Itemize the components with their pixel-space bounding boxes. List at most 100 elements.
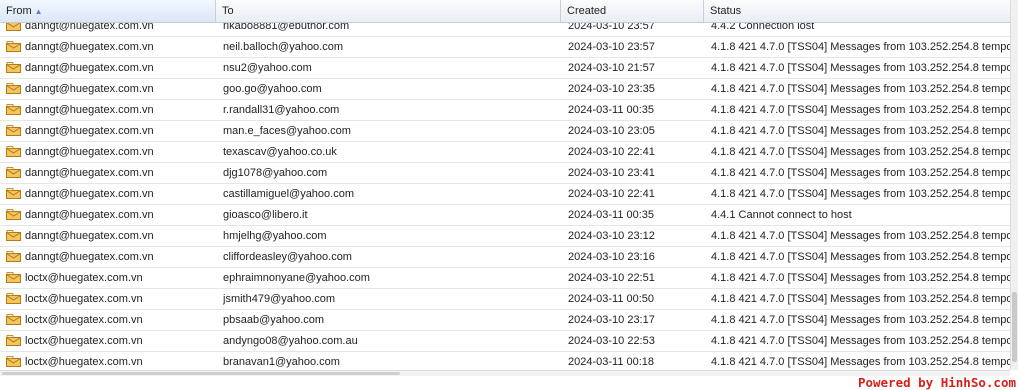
- sort-ascending-icon: ▲: [34, 7, 43, 16]
- cell-created: 2024-03-11 00:50: [568, 293, 655, 305]
- table-row[interactable]: loctx@huegatex.com.vn jsmith479@yahoo.com…: [0, 289, 1010, 310]
- cell-to: man.e_faces@yahoo.com: [223, 125, 351, 137]
- table-row[interactable]: loctx@huegatex.com.vn andyngo08@yahoo.com…: [0, 331, 1010, 352]
- mail-queue-icon: [6, 272, 21, 283]
- cell-from: danngt@huegatex.com.vn: [25, 41, 154, 53]
- cell-from: danngt@huegatex.com.vn: [25, 62, 154, 74]
- cell-from: loctx@huegatex.com.vn: [25, 356, 143, 368]
- table-row[interactable]: danngt@huegatex.com.vn djg1078@yahoo.com 2…: [0, 163, 1010, 184]
- cell-created: 2024-03-10 23:41: [568, 167, 655, 179]
- mail-queue-icon: [6, 293, 21, 304]
- cell-created: 2024-03-10 21:57: [568, 62, 655, 74]
- cell-from: danngt@huegatex.com.vn: [25, 230, 154, 242]
- cell-created: 2024-03-10 22:53: [568, 335, 655, 347]
- cell-status: 4.1.8 421 4.7.0 [TSS04] Messages from 10…: [711, 188, 1010, 200]
- mail-queue-icon: [6, 356, 21, 367]
- cell-created: 2024-03-10 23:05: [568, 125, 655, 137]
- column-from-label: From: [6, 5, 32, 17]
- table-row[interactable]: danngt@huegatex.com.vn man.e_faces@yahoo.…: [0, 121, 1010, 142]
- cell-created: 2024-03-10 23:17: [568, 314, 655, 326]
- table-row[interactable]: danngt@huegatex.com.vn goo.go@yahoo.com 20…: [0, 79, 1010, 100]
- cell-created: 2024-03-10 22:51: [568, 272, 655, 284]
- column-to-label: To: [222, 5, 234, 17]
- table-row[interactable]: danngt@huegatex.com.vn neil.balloch@yahoo…: [0, 37, 1010, 58]
- mail-queue-icon: [6, 83, 21, 94]
- cell-status: 4.1.8 421 4.7.0 [TSS04] Messages from 10…: [711, 62, 1010, 74]
- cell-created: 2024-03-11 00:35: [568, 104, 655, 116]
- cell-status: 4.1.8 421 4.7.0 [TSS04] Messages from 10…: [711, 335, 1010, 347]
- mail-queue-icon: [6, 230, 21, 241]
- cell-to: djg1078@yahoo.com: [223, 167, 328, 179]
- cell-created: 2024-03-10 22:41: [568, 188, 655, 200]
- column-status-label: Status: [710, 5, 742, 17]
- cell-status: 4.1.8 421 4.7.0 [TSS04] Messages from 10…: [711, 272, 1010, 284]
- table-row[interactable]: danngt@huegatex.com.vn hmjelhg@yahoo.com 2…: [0, 226, 1010, 247]
- cell-status: 4.1.8 421 4.7.0 [TSS04] Messages from 10…: [711, 293, 1010, 305]
- cell-to: andyngo08@yahoo.com.au: [223, 335, 358, 347]
- cell-from: loctx@huegatex.com.vn: [25, 272, 143, 284]
- column-to-header[interactable]: To: [216, 0, 561, 22]
- cell-to: hmjelhg@yahoo.com: [223, 230, 327, 242]
- cell-from: danngt@huegatex.com.vn: [25, 251, 154, 263]
- cell-from: danngt@huegatex.com.vn: [25, 209, 154, 221]
- cell-created: 2024-03-10 23:16: [568, 251, 655, 263]
- mail-queue-icon: [6, 41, 21, 52]
- cell-created: 2024-03-10 22:41: [568, 146, 655, 158]
- table-row[interactable]: danngt@huegatex.com.vn gioasco@libero.it 2…: [0, 205, 1010, 226]
- vertical-scroll-thumb[interactable]: [1012, 292, 1017, 362]
- table-row[interactable]: loctx@huegatex.com.vn pbsaab@yahoo.com 202…: [0, 310, 1010, 331]
- cell-to: pbsaab@yahoo.com: [223, 314, 325, 326]
- cell-from: loctx@huegatex.com.vn: [25, 335, 143, 347]
- column-status-header[interactable]: Status: [704, 0, 1010, 22]
- column-from-header[interactable]: From ▲: [0, 0, 216, 22]
- cell-created: 2024-03-10 23:57: [568, 41, 655, 53]
- cell-status: 4.1.8 421 4.7.0 [TSS04] Messages from 10…: [711, 230, 1010, 242]
- mail-queue-icon: [6, 104, 21, 115]
- cell-to: goo.go@yahoo.com: [223, 83, 322, 95]
- table-row[interactable]: danngt@huegatex.com.vn nsu2@yahoo.com 2024…: [0, 58, 1010, 79]
- cell-to: jsmith479@yahoo.com: [223, 293, 336, 305]
- cell-status: 4.1.8 421 4.7.0 [TSS04] Messages from 10…: [711, 83, 1010, 95]
- mail-queue-icon: [6, 209, 21, 220]
- cell-to: castillamiguel@yahoo.com: [223, 188, 355, 200]
- table-row[interactable]: danngt@huegatex.com.vn r.randall31@yahoo.…: [0, 100, 1010, 121]
- mail-queue-icon: [6, 125, 21, 136]
- cell-status: 4.1.8 421 4.7.0 [TSS04] Messages from 10…: [711, 146, 1010, 158]
- cell-status: 4.1.8 421 4.7.0 [TSS04] Messages from 10…: [711, 314, 1010, 326]
- cell-from: danngt@huegatex.com.vn: [25, 104, 154, 116]
- cell-from: danngt@huegatex.com.vn: [25, 125, 154, 137]
- mail-queue-icon: [6, 167, 21, 178]
- cell-status: 4.1.8 421 4.7.0 [TSS04] Messages from 10…: [711, 167, 1010, 179]
- table-row[interactable]: loctx@huegatex.com.vn branavan1@yahoo.com…: [0, 352, 1010, 370]
- cell-status: 4.1.8 421 4.7.0 [TSS04] Messages from 10…: [711, 104, 1010, 116]
- horizontal-scroll-thumb[interactable]: [2, 372, 400, 375]
- cell-to: texascav@yahoo.co.uk: [223, 146, 337, 158]
- cell-status: 4.1.8 421 4.7.0 [TSS04] Messages from 10…: [711, 251, 1010, 263]
- cell-to: cliffordeasley@yahoo.com: [223, 251, 352, 263]
- cell-to: gioasco@libero.it: [223, 209, 308, 221]
- mail-queue-icon: [6, 335, 21, 346]
- cell-from: danngt@huegatex.com.vn: [25, 146, 154, 158]
- mail-queue-icon: [6, 146, 21, 157]
- cell-created: 2024-03-10 23:35: [568, 83, 655, 95]
- column-header: From ▲ To Created Status: [0, 0, 1010, 23]
- cell-status: 4.1.8 421 4.7.0 [TSS04] Messages from 10…: [711, 125, 1010, 137]
- cell-created: 2024-03-10 23:12: [568, 230, 655, 242]
- cell-from: danngt@huegatex.com.vn: [25, 188, 154, 200]
- mail-queue-icon: [6, 62, 21, 73]
- cell-status: 4.4.1 Cannot connect to host: [711, 209, 852, 221]
- cell-to: ephraimnonyane@yahoo.com: [223, 272, 370, 284]
- cell-to: nsu2@yahoo.com: [223, 62, 312, 74]
- mail-queue-icon: [6, 188, 21, 199]
- column-created-label: Created: [567, 5, 607, 17]
- cell-to: branavan1@yahoo.com: [223, 356, 340, 368]
- queue-list[interactable]: danngt@huegatex.com.vn rikabo8881@ebuthor…: [0, 16, 1010, 370]
- table-row[interactable]: loctx@huegatex.com.vn ephraimnonyane@yaho…: [0, 268, 1010, 289]
- vertical-scrollbar[interactable]: [1010, 0, 1018, 370]
- table-row[interactable]: danngt@huegatex.com.vn castillamiguel@yah…: [0, 184, 1010, 205]
- mail-queue-icon: [6, 251, 21, 262]
- table-row[interactable]: danngt@huegatex.com.vn texascav@yahoo.co.…: [0, 142, 1010, 163]
- table-row[interactable]: danngt@huegatex.com.vn cliffordeasley@yah…: [0, 247, 1010, 268]
- column-created-header[interactable]: Created: [561, 0, 704, 22]
- cell-from: loctx@huegatex.com.vn: [25, 314, 143, 326]
